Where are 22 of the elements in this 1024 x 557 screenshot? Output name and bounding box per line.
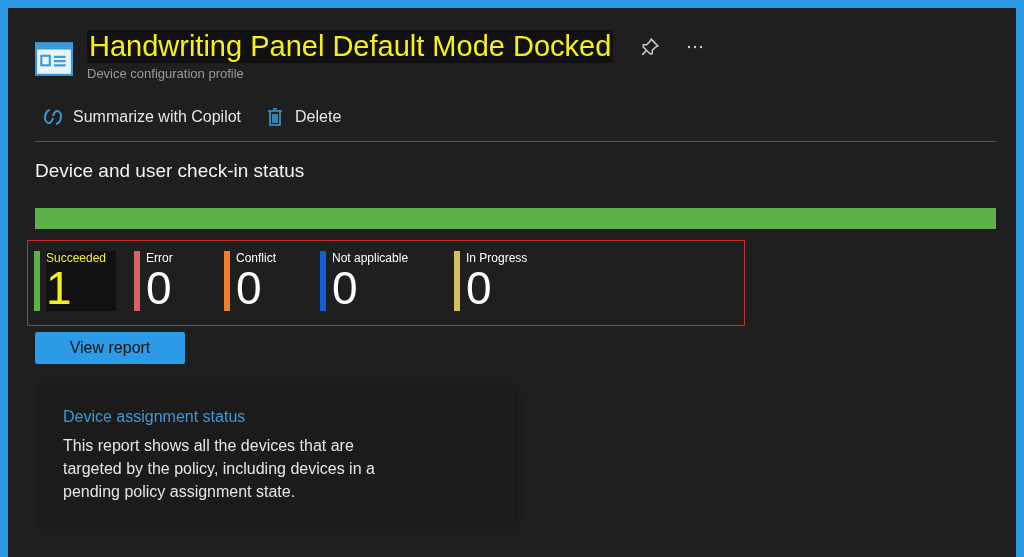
page-title: Handwriting Panel Default Mode Docked <box>87 30 614 63</box>
status-label: Conflict <box>236 251 276 265</box>
card-title-link[interactable]: Device assignment status <box>63 408 494 426</box>
status-label: Not applicable <box>332 251 409 265</box>
status-label: Succeeded <box>46 251 107 265</box>
status-count: 0 <box>332 265 358 311</box>
profile-icon <box>35 42 73 76</box>
view-report-button[interactable]: View report <box>35 332 185 364</box>
card-description: This report shows all the devices that are targeted by the policy, including devices in a pending policy assignment state. <box>63 436 376 502</box>
status-count: 0 <box>466 265 492 311</box>
status-count: 1 <box>46 265 73 311</box>
more-icon[interactable] <box>687 44 704 49</box>
status-label: In Progress <box>466 251 528 265</box>
page-subtitle: Device configuration profile <box>87 66 245 81</box>
section-title: Device and user check-in status <box>35 160 306 182</box>
pin-icon[interactable] <box>641 37 660 56</box>
delete-button[interactable]: Delete <box>257 103 350 131</box>
copilot-button[interactable]: Summarize with Copilot <box>35 103 250 131</box>
linked-loops-icon <box>43 107 63 127</box>
status-count: 0 <box>146 265 173 311</box>
status-count: 0 <box>236 265 263 311</box>
status-label: Error <box>146 251 173 265</box>
